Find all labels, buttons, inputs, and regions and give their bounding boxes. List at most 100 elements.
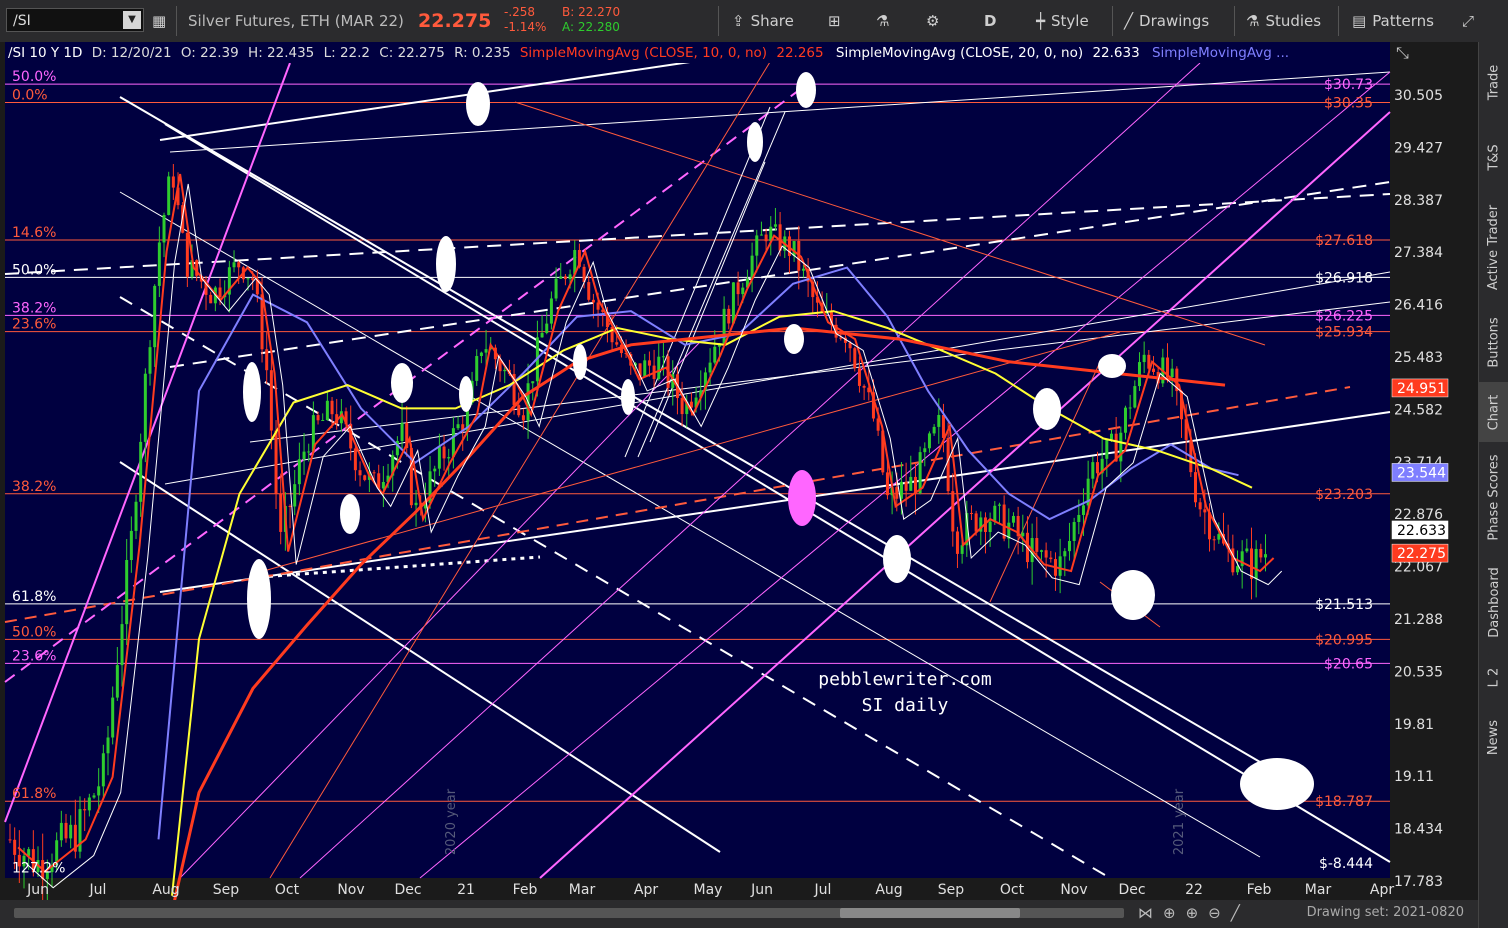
sidebar-tab-dashboard[interactable]: Dashboard: [1479, 552, 1508, 652]
highlight-ellipse: [247, 559, 271, 639]
sidebar-tab-trade[interactable]: Trade: [1479, 42, 1508, 122]
select-icon[interactable]: ⋈: [1138, 904, 1163, 922]
highlight-ellipse: [466, 82, 490, 126]
price-level-label: $-8.444: [1319, 856, 1373, 872]
period-button[interactable]: D: [984, 0, 996, 42]
sidebar-tab-chart[interactable]: Chart: [1479, 382, 1508, 442]
y-tick-label: 19.81: [1394, 717, 1434, 733]
candle-body: [1193, 472, 1197, 503]
draw-icon[interactable]: ╱: [1231, 904, 1250, 922]
candle-body: [1109, 433, 1113, 440]
candle-body: [363, 475, 367, 480]
candle-body: [1217, 534, 1221, 540]
price-level-label: $20.995: [1315, 632, 1373, 648]
sidebar-tab-phase-scores[interactable]: Phase Scores: [1479, 442, 1508, 552]
scrollbar-thumb[interactable]: [840, 908, 1020, 918]
value-badge-text: 22.633: [1397, 523, 1446, 539]
style-button[interactable]: ┿ Style: [1036, 0, 1089, 42]
candle-body: [1254, 548, 1258, 579]
settings-button[interactable]: ⚙: [926, 0, 945, 42]
candle-body: [1072, 522, 1076, 541]
x-tick-label: Jun: [750, 882, 773, 898]
candle-body: [8, 839, 12, 841]
y-tick-label: 30.505: [1394, 88, 1443, 104]
fib-percent-label: 127.2%: [12, 861, 65, 877]
candle-body: [932, 426, 936, 434]
legend-sma50: SimpleMovingAvg ...: [1152, 45, 1289, 61]
x-tick-label: Jul: [814, 882, 832, 898]
fib-percent-label: 38.2%: [12, 300, 56, 316]
flask-button[interactable]: ⚗: [876, 0, 895, 42]
candle-body: [941, 414, 945, 438]
sidebar-tab-buttons[interactable]: Buttons: [1479, 302, 1508, 382]
compare-icon: ⊞: [828, 12, 841, 30]
candle-body: [185, 232, 189, 277]
x-tick-label: Sep: [213, 882, 240, 898]
toolbar: /SI ▼ ▦ Silver Futures, ETH (MAR 22) 22.…: [0, 0, 1508, 43]
zoom-in-icon[interactable]: ⊕: [1186, 904, 1209, 922]
chevron-down-icon[interactable]: ▼: [123, 11, 141, 29]
candle-body: [1259, 548, 1263, 558]
chart-tools: ⋈⊕⊕⊖╱: [1138, 903, 1250, 923]
candle-body: [853, 348, 857, 369]
candle-body: [139, 441, 143, 502]
price-chart[interactable]: 30.505 29.427 28.387 27.384 26.416 25.483 24.5…: [0, 42, 1478, 900]
candle-body: [288, 505, 292, 507]
sidebar-tab-active-trader[interactable]: Active Trader: [1479, 192, 1508, 302]
grid-icon[interactable]: ▦: [152, 0, 172, 42]
zoom-out-icon[interactable]: ⊖: [1208, 904, 1231, 922]
candle-body: [839, 337, 843, 339]
legend-date: D: 12/20/21: [92, 45, 172, 61]
x-tick-label: Oct: [275, 882, 300, 898]
candle-body: [1151, 368, 1155, 372]
sidebar-tab-t-s[interactable]: T&S: [1479, 122, 1508, 192]
candle-body: [736, 282, 740, 295]
candle-body: [951, 491, 955, 532]
compare-button[interactable]: ⊞: [828, 0, 847, 42]
drawing-set[interactable]: Drawing set: 2021-0820: [1307, 903, 1464, 923]
legend-low: L: 22.2: [324, 45, 370, 61]
candle-body: [274, 430, 278, 494]
divider: [718, 6, 719, 36]
x-tick-label: May: [694, 882, 723, 898]
symbol-input[interactable]: /SI ▼: [6, 8, 144, 32]
x-tick-label: Feb: [513, 882, 538, 898]
x-tick-label: Mar: [1305, 882, 1332, 898]
candle-body: [302, 451, 306, 460]
sidebar-tab-news[interactable]: News: [1479, 702, 1508, 772]
share-button[interactable]: ⇪ Share: [732, 0, 794, 42]
candle-body: [129, 530, 133, 561]
divider: [1112, 6, 1113, 36]
candle-body: [517, 405, 521, 416]
patterns-button[interactable]: ▤ Patterns: [1352, 0, 1434, 42]
price-level-label: $26.225: [1315, 308, 1373, 324]
drawings-button[interactable]: ╱ Drawings: [1124, 0, 1209, 42]
candle-body: [437, 446, 441, 469]
candle-body: [143, 373, 147, 442]
sidebar-tab-l-2[interactable]: L 2: [1479, 652, 1508, 702]
candle-body: [414, 502, 418, 506]
candle-body: [297, 459, 301, 485]
candle-body: [643, 360, 647, 377]
candle-body: [559, 276, 563, 279]
fib-percent-label: 50.0%: [12, 69, 56, 85]
crosshair-icon[interactable]: ⊕: [1163, 904, 1186, 922]
style-label: Style: [1051, 12, 1089, 30]
candle-body: [713, 346, 717, 363]
candle-body: [969, 512, 973, 514]
candle-body: [307, 451, 311, 453]
highlight-ellipse: [621, 379, 635, 415]
candle-body: [1095, 462, 1099, 474]
candle-body: [400, 422, 404, 442]
x-tick-label: Sep: [938, 882, 965, 898]
candle-body: [778, 224, 782, 251]
candle-body: [1081, 505, 1085, 515]
maximize-button[interactable]: ⤢: [1462, 0, 1480, 42]
x-tick-label: Mar: [569, 882, 596, 898]
studies-button[interactable]: ⚗ Studies: [1246, 0, 1321, 42]
collapse-icon[interactable]: ⤡: [1396, 43, 1409, 62]
patterns-label: Patterns: [1372, 12, 1434, 30]
highlight-ellipse: [1098, 354, 1126, 378]
candle-body: [657, 356, 661, 379]
chart-legend: /SI 10 Y 1D D: 12/20/21 O: 22.39 H: 22.4…: [8, 45, 1289, 61]
